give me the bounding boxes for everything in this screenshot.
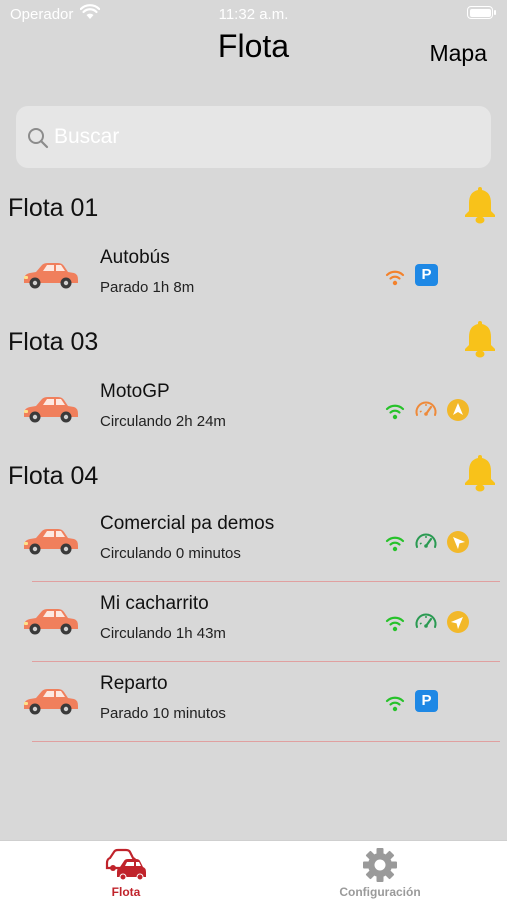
parking-badge-icon: P bbox=[415, 264, 438, 286]
navigation-badge-icon bbox=[446, 398, 470, 422]
search-icon bbox=[28, 128, 49, 149]
vehicle-row-comercial-pa-demos[interactable]: Comercial pa demos Circulando 0 minutos bbox=[0, 502, 507, 582]
vehicle-name: MotoGP bbox=[100, 381, 170, 402]
navigation-badge-icon bbox=[441, 525, 475, 559]
section-header-flota-01: Flota 01 bbox=[0, 190, 507, 230]
wifi-green-icon bbox=[383, 398, 407, 422]
cars-icon bbox=[105, 848, 146, 881]
vehicle-name: Reparto bbox=[100, 673, 168, 694]
section-title: Flota 04 bbox=[8, 462, 99, 490]
status-bar: Operador 11:32 a.m. bbox=[0, 0, 507, 28]
tab-label: Configuración bbox=[339, 885, 421, 899]
wifi-green-icon bbox=[383, 690, 407, 714]
speedometer-orange-icon bbox=[414, 398, 438, 422]
tab-configuracion[interactable]: Configuración bbox=[320, 841, 440, 900]
vehicle-status: Circulando 2h 24m bbox=[100, 413, 226, 430]
navigation-badge-icon bbox=[441, 605, 475, 639]
vehicle-status: Parado 1h 8m bbox=[100, 279, 195, 296]
gear-icon bbox=[363, 848, 397, 882]
tab-bar: Flota Configuración bbox=[0, 840, 507, 900]
bell-icon[interactable] bbox=[463, 184, 497, 224]
wifi-orange-icon bbox=[383, 264, 407, 288]
speedometer-green-icon bbox=[414, 530, 438, 554]
bell-icon[interactable] bbox=[463, 452, 497, 492]
section-header-flota-03: Flota 03 bbox=[0, 324, 507, 364]
vehicle-status: Circulando 0 minutos bbox=[100, 545, 241, 562]
map-button[interactable]: Mapa bbox=[429, 40, 487, 67]
row-divider bbox=[32, 741, 500, 742]
search-bar[interactable] bbox=[16, 106, 491, 168]
section-title: Flota 03 bbox=[8, 328, 99, 356]
parking-badge-icon: P bbox=[415, 690, 438, 712]
section-header-flota-04: Flota 04 bbox=[0, 458, 507, 498]
tab-flota[interactable]: Flota bbox=[76, 841, 176, 900]
car-icon bbox=[20, 686, 80, 716]
vehicle-row-autobus[interactable]: Autobús Parado 1h 8m P bbox=[0, 236, 507, 316]
vehicle-row-reparto[interactable]: Reparto Parado 10 minutos P bbox=[0, 662, 507, 742]
car-icon bbox=[20, 394, 80, 424]
vehicle-row-mi-cacharrito[interactable]: Mi cacharrito Circulando 1h 43m bbox=[0, 582, 507, 662]
tab-label: Flota bbox=[111, 885, 141, 899]
bell-icon[interactable] bbox=[463, 318, 497, 358]
wifi-green-icon bbox=[383, 610, 407, 634]
vehicle-name: Autobús bbox=[100, 247, 170, 268]
clock: 11:32 a.m. bbox=[218, 6, 289, 23]
battery-icon bbox=[467, 6, 496, 19]
vehicle-row-motogp[interactable]: MotoGP Circulando 2h 24m bbox=[0, 370, 507, 450]
vehicle-name: Mi cacharrito bbox=[100, 593, 209, 614]
car-icon bbox=[20, 526, 80, 556]
car-icon bbox=[20, 606, 80, 636]
vehicle-status: Circulando 1h 43m bbox=[100, 625, 226, 642]
section-title: Flota 01 bbox=[8, 194, 99, 222]
vehicle-name: Comercial pa demos bbox=[100, 513, 275, 534]
search-input[interactable] bbox=[54, 116, 474, 158]
car-icon bbox=[20, 260, 80, 290]
speedometer-green-icon bbox=[414, 610, 438, 634]
wifi-green-icon bbox=[383, 530, 407, 554]
vehicle-status: Parado 10 minutos bbox=[100, 705, 226, 722]
